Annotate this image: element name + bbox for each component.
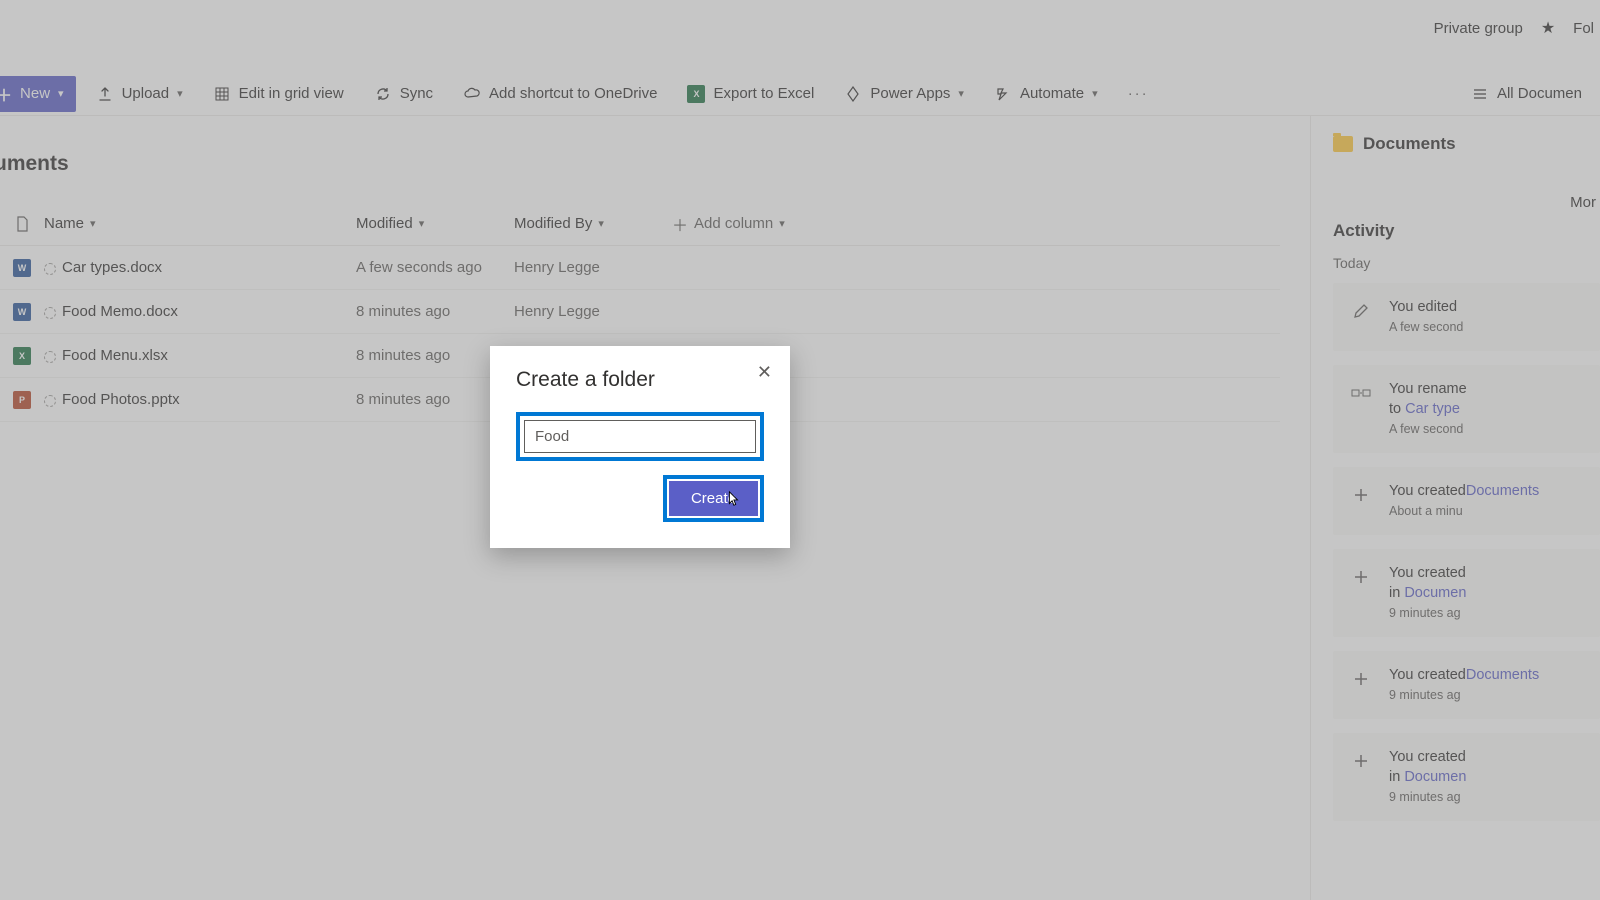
- dialog-title: Create a folder: [516, 368, 764, 392]
- create-button[interactable]: Create: [669, 481, 758, 516]
- close-icon[interactable]: ✕: [757, 362, 772, 383]
- folder-name-input[interactable]: [524, 420, 756, 453]
- create-folder-dialog: Create a folder ✕ Create: [490, 346, 790, 548]
- modal-overlay: [0, 0, 1600, 900]
